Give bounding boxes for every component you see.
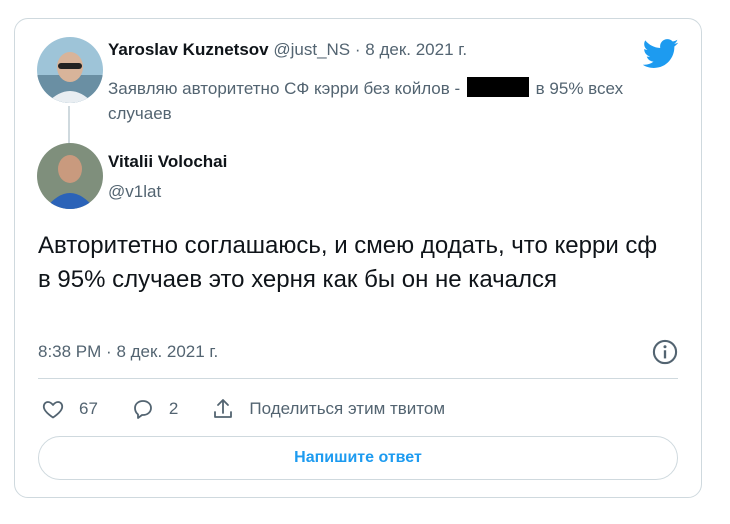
reply-count: 2 bbox=[168, 399, 179, 418]
tweet-embed-card: Yaroslav Kuznetsov @just_NS · 8 дек. 202… bbox=[14, 18, 702, 498]
reply-icon bbox=[134, 400, 152, 419]
share-label: Поделиться этим твитом bbox=[249, 399, 446, 418]
info-icon[interactable] bbox=[651, 338, 679, 366]
redaction-block bbox=[466, 77, 529, 97]
author-handle[interactable]: @v1lat bbox=[108, 182, 161, 202]
quoted-author-name[interactable]: Yaroslav Kuznetsov bbox=[108, 40, 269, 59]
author-avatar[interactable] bbox=[37, 143, 103, 209]
quoted-handle[interactable]: @just_NS bbox=[273, 40, 350, 59]
thread-connector-line bbox=[68, 106, 70, 144]
reply-action[interactable]: 2 bbox=[131, 397, 178, 421]
heart-icon bbox=[42, 401, 64, 419]
author-name-block: Vitalii Volochai bbox=[108, 152, 227, 172]
tweet-actions: 67 2 Поделиться этим твитом bbox=[41, 395, 445, 423]
twitter-logo-icon[interactable] bbox=[643, 39, 679, 69]
share-action[interactable]: Поделиться этим твитом bbox=[211, 397, 445, 421]
divider bbox=[38, 378, 678, 379]
author-name[interactable]: Vitalii Volochai bbox=[108, 152, 227, 171]
quoted-text: Заявляю авторитетно СФ кэрри без койлов … bbox=[108, 76, 668, 126]
tweet-meta-separator: · bbox=[106, 342, 112, 361]
share-icon bbox=[214, 399, 233, 418]
tweet-meta: 8:38 PM · 8 дек. 2021 г. bbox=[38, 342, 218, 362]
tweet-time[interactable]: 8:38 PM bbox=[38, 342, 101, 361]
like-count: 67 bbox=[79, 399, 98, 418]
tweet-date[interactable]: 8 дек. 2021 г. bbox=[116, 342, 218, 361]
reply-button[interactable]: Напишите ответ bbox=[38, 436, 678, 480]
quoted-header: Yaroslav Kuznetsov @just_NS · 8 дек. 202… bbox=[108, 40, 467, 60]
tweet-text: Авторитетно соглашаюсь, и смею додать, ч… bbox=[38, 232, 658, 293]
quoted-text-start: Заявляю авторитетно СФ кэрри без койлов … bbox=[108, 79, 461, 98]
quoted-author-avatar[interactable] bbox=[37, 37, 103, 103]
quoted-date[interactable]: 8 дек. 2021 г. bbox=[365, 40, 467, 59]
like-action[interactable]: 67 bbox=[41, 397, 98, 421]
quoted-separator: · bbox=[354, 40, 361, 59]
